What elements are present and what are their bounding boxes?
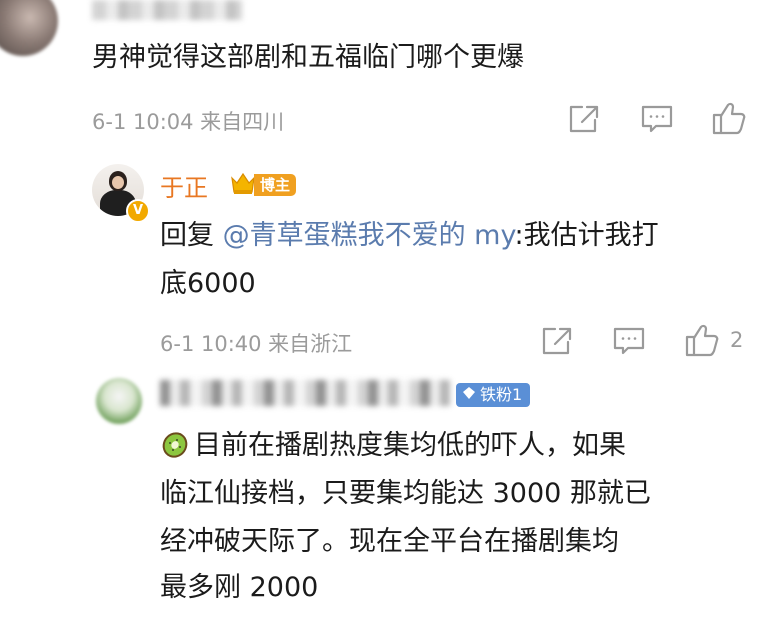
reply2-text-line3: 经冲破天际了。现在全平台在播剧集均 bbox=[160, 526, 619, 557]
thumbs-up-icon[interactable] bbox=[711, 100, 747, 136]
reply2-name-blurred[interactable] bbox=[160, 380, 450, 406]
crown-icon bbox=[229, 170, 257, 200]
share-icon[interactable] bbox=[567, 103, 601, 135]
blogger-badge: 博主 bbox=[254, 174, 297, 196]
reply-text-line1: 回复 @青草蛋糕我不爱的 my:我估计我打 bbox=[160, 214, 659, 258]
fan-badge-label: 铁粉1 bbox=[480, 385, 523, 404]
reply2-text-line4: 最多刚 2000 bbox=[160, 572, 319, 603]
comment-text: 男神觉得这部剧和五福临门哪个更爆 bbox=[92, 42, 524, 73]
reply-author-name[interactable]: 于正 bbox=[160, 168, 208, 203]
reply2-text-line1-content: 目前在播剧热度集均低的吓人，如果 bbox=[194, 430, 626, 461]
mention-link[interactable]: @青草蛋糕我不爱的 my bbox=[223, 220, 515, 251]
commenter-avatar-blurred[interactable] bbox=[0, 0, 58, 56]
reply2-avatar-blurred[interactable] bbox=[96, 378, 142, 424]
comment-meta: 6-1 10:04 来自四川 bbox=[92, 110, 285, 134]
diamond-icon bbox=[462, 383, 476, 407]
share-icon[interactable] bbox=[540, 325, 574, 357]
comment-icon[interactable] bbox=[612, 325, 646, 357]
reply2-text-line1: 目前在播剧热度集均低的吓人，如果 bbox=[160, 424, 626, 474]
thumbs-up-icon[interactable] bbox=[684, 322, 720, 358]
verified-v-icon: V bbox=[126, 199, 150, 223]
reply-text-line2: 底6000 bbox=[160, 268, 256, 299]
fan-badge: 铁粉1 bbox=[456, 383, 531, 407]
commenter-name-blurred[interactable] bbox=[92, 0, 242, 20]
reply-text-rest: :我估计我打 bbox=[514, 220, 659, 251]
reply-meta: 6-1 10:40 来自浙江 bbox=[160, 332, 353, 356]
reply-prefix: 回复 bbox=[160, 220, 223, 251]
comment-icon[interactable] bbox=[640, 103, 674, 135]
reply2-text-line2: 临江仙接档，只要集均能达 3000 那就已 bbox=[160, 478, 651, 509]
kiwi-emoji-icon bbox=[160, 430, 190, 474]
like-count: 2 bbox=[730, 328, 744, 352]
